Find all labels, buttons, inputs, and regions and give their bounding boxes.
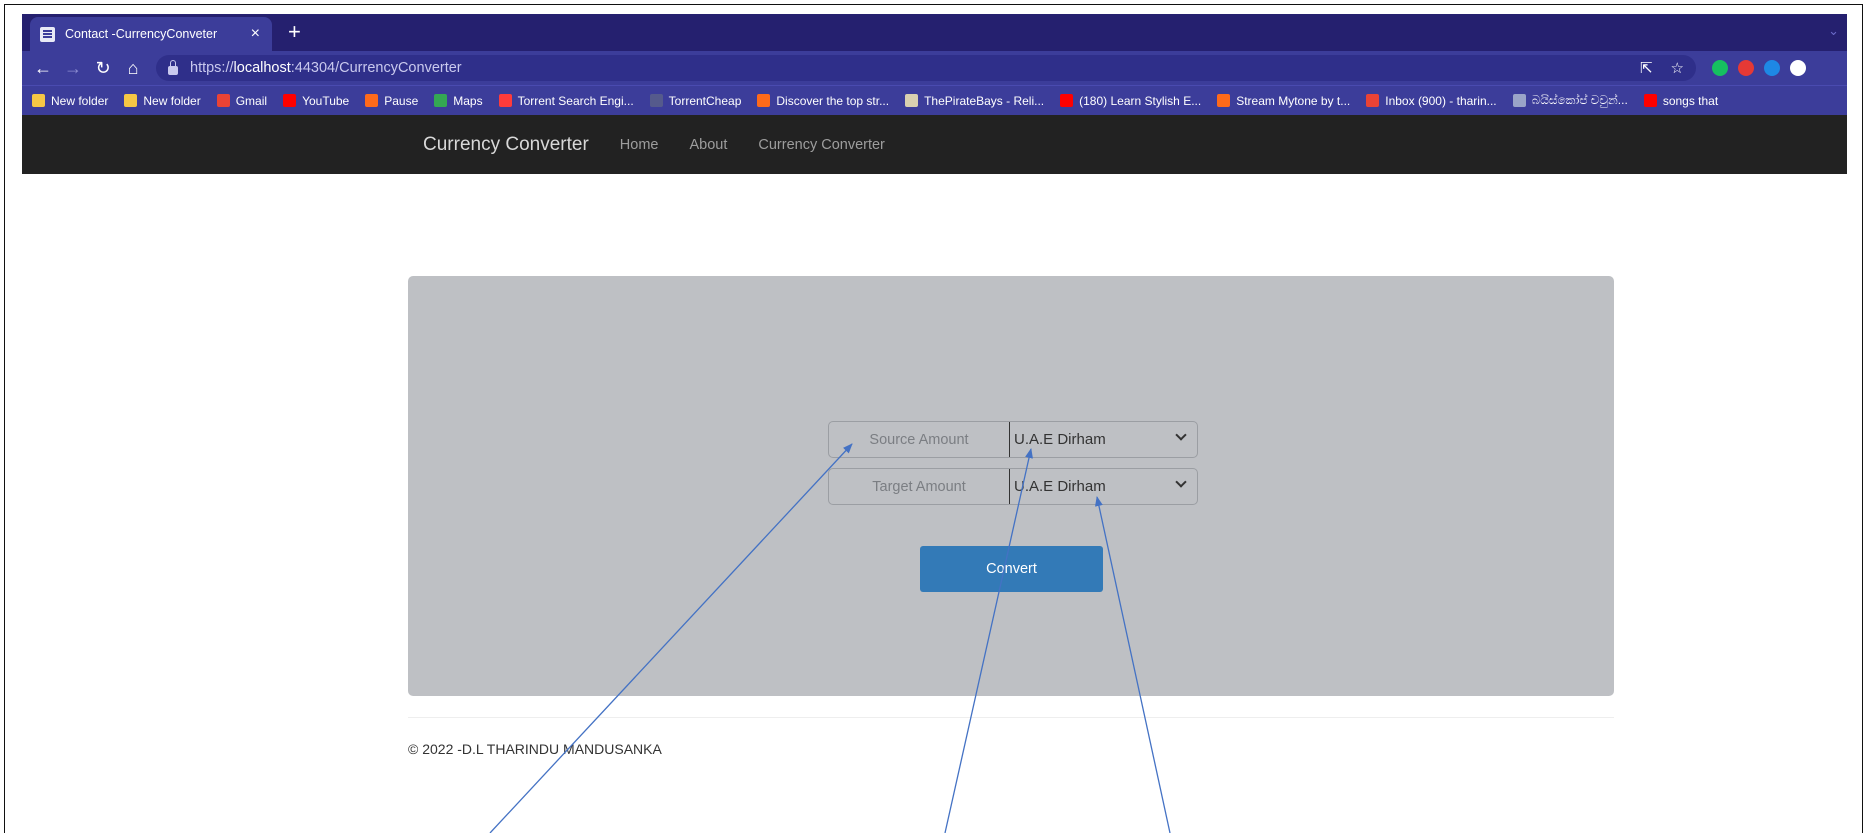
arrow-to-source-currency: [944, 448, 1033, 833]
annotation-arrows: [489, 443, 1171, 833]
arrow-to-target-currency: [1095, 496, 1171, 833]
arrow-to-source-amount: [489, 443, 853, 833]
